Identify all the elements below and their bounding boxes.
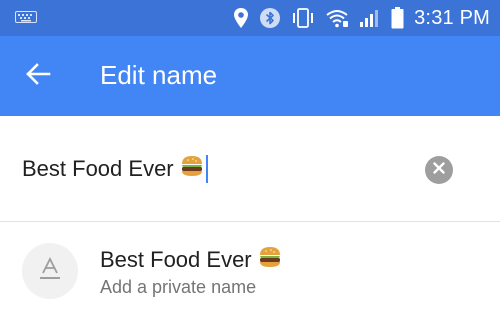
clear-button[interactable] <box>425 156 453 184</box>
name-suggestion[interactable]: Best Food Ever Add a private name <box>0 222 500 313</box>
suggestion-name-text: Best Food Ever <box>100 247 252 272</box>
keyboard-icon <box>15 11 37 23</box>
bluetooth-icon <box>259 7 281 29</box>
text-caret <box>205 155 208 183</box>
hamburger-emoji-icon <box>180 155 204 183</box>
hamburger-emoji-icon <box>258 246 282 274</box>
name-input[interactable]: Best Food Ever <box>22 154 208 184</box>
signal-icon <box>359 8 381 28</box>
suggestion-subtitle: Add a private name <box>100 277 257 297</box>
avatar <box>22 243 78 299</box>
name-input-row: Best Food Ever <box>0 116 500 222</box>
clear-icon <box>433 161 445 179</box>
status-bar: 3:31 PM <box>0 0 500 36</box>
page-title: Edit name <box>100 60 218 90</box>
text-format-icon <box>39 256 61 286</box>
name-input-value: Best Food Ever <box>22 156 174 181</box>
status-time: 3:31 PM <box>414 6 490 29</box>
battery-icon <box>391 7 404 29</box>
location-pin-icon <box>233 7 249 29</box>
vibrate-icon <box>291 7 315 29</box>
wifi-icon <box>325 8 349 28</box>
arrow-back-icon <box>25 62 51 90</box>
app-bar: Edit name <box>0 36 500 116</box>
back-button[interactable] <box>18 58 58 94</box>
suggestion-name: Best Food Ever <box>100 246 282 274</box>
